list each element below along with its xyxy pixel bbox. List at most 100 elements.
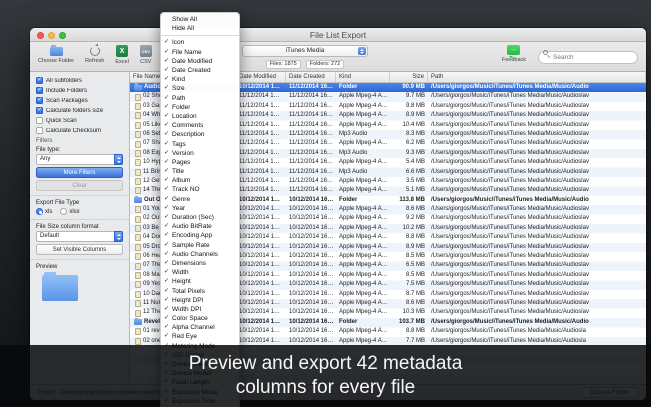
menu-item-location[interactable]: ✓Location xyxy=(161,112,239,121)
date-created-cell: 10/12/2014 16… xyxy=(286,196,336,205)
checkbox-all-subfolders[interactable]: ✓All subfolders xyxy=(36,77,123,84)
menu-item-date-created[interactable]: ✓Date Created xyxy=(161,66,239,75)
file-icon xyxy=(135,103,141,110)
kind-cell: Mp3 Audio xyxy=(336,130,390,139)
menu-item-pages[interactable]: ✓Pages xyxy=(161,158,239,167)
more-filters-button[interactable]: More Filters xyxy=(36,167,123,178)
kind-cell: Apple Mpeg-4 A… xyxy=(336,158,390,167)
column-header-kind[interactable]: Kind xyxy=(336,72,390,82)
date-created-cell: 11/12/2014 16… xyxy=(286,111,336,120)
date-modified-cell: 11/12/2014 1… xyxy=(236,121,286,130)
checkbox-calculate-folders-size[interactable]: ✓Calculate folders size xyxy=(36,107,123,114)
kind-cell: Apple Mpeg-4 A… xyxy=(336,111,390,120)
date-modified-cell: 10/12/2014 1… xyxy=(236,243,286,252)
scope-selector[interactable]: iTunes Media xyxy=(242,45,368,57)
menu-item-alpha-channel[interactable]: ✓Alpha Channel xyxy=(161,323,239,332)
menu-item-genre[interactable]: ✓Genre xyxy=(161,195,239,204)
folder-icon xyxy=(134,85,142,91)
menu-item-dimensions[interactable]: ✓Dimensions xyxy=(161,259,239,268)
toolbar-button-label: Choose Folder xyxy=(38,58,74,64)
toolbar-button-excel[interactable]: XExcel xyxy=(115,45,128,65)
toolbar: Choose Folder Refresh XExcel CSVCSV iTunes … xyxy=(30,42,646,72)
toolbar-button-refresh[interactable]: Refresh xyxy=(85,45,104,65)
menu-item-width-dpi[interactable]: ✓Width DPI xyxy=(161,305,239,314)
radio-xls[interactable]: xls xyxy=(36,208,52,215)
menu-item-path[interactable]: ✓Path xyxy=(161,94,239,103)
search-icon xyxy=(543,50,548,55)
kind-cell: Folder xyxy=(336,83,390,92)
menu-item-audio-bitrate[interactable]: ✓Audio BitRate xyxy=(161,222,239,231)
menu-item-duration-sec[interactable]: ✓Duration (Sec) xyxy=(161,213,239,222)
toolbar-button-choose-folder[interactable]: Choose Folder xyxy=(38,45,74,65)
menu-item-red-eye[interactable]: ✓Red Eye xyxy=(161,332,239,341)
menu-item-label: Height xyxy=(172,278,191,285)
menu-item-height-dpi[interactable]: ✓Height DPI xyxy=(161,296,239,305)
menu-item-comments[interactable]: ✓Comments xyxy=(161,121,239,130)
date-created-cell: 11/12/2014 16… xyxy=(286,177,336,186)
export-file-type-label: Export File Type xyxy=(36,200,123,206)
file-type-select[interactable]: Any xyxy=(36,154,123,165)
menu-item-color-space[interactable]: ✓Color Space xyxy=(161,314,239,323)
column-header-path[interactable]: Path xyxy=(428,72,646,82)
menu-item-file-name[interactable]: ✓File Name xyxy=(161,48,239,57)
menu-item-encoding-app[interactable]: ✓Encoding App xyxy=(161,231,239,240)
set-visible-columns-button[interactable]: Set Visible Columns xyxy=(36,244,123,255)
menu-item-date-modified[interactable]: ✓Date Modified xyxy=(161,57,239,66)
menu-item-title[interactable]: ✓Title xyxy=(161,167,239,176)
menu-item-width[interactable]: ✓Width xyxy=(161,268,239,277)
menu-item-audio-channels[interactable]: ✓Audio Channels xyxy=(161,250,239,259)
menu-item-description[interactable]: ✓Description xyxy=(161,130,239,139)
menu-item-height[interactable]: ✓Height xyxy=(161,277,239,286)
feedback-label: Feedback xyxy=(502,57,526,63)
file-icon xyxy=(135,291,141,298)
menu-item-icon[interactable]: ✓Icon xyxy=(161,38,239,47)
size-format-select[interactable]: Default xyxy=(36,231,123,242)
menu-item-tags[interactable]: ✓Tags xyxy=(161,139,239,148)
checkbox-include-folders[interactable]: ✓Include Folders xyxy=(36,87,123,94)
clear-button[interactable]: Clear xyxy=(36,180,123,191)
menu-item-show-all[interactable]: Show All xyxy=(161,15,239,24)
checkmark-icon: ✓ xyxy=(161,176,172,185)
checkbox-quick-scan[interactable]: Quick Scan xyxy=(36,117,123,124)
checkbox-box: ✓ xyxy=(36,77,43,84)
divider xyxy=(30,259,129,260)
menu-item-sample-rate[interactable]: ✓Sample Rate xyxy=(161,241,239,250)
menu-item-year[interactable]: ✓Year xyxy=(161,204,239,213)
feedback-button[interactable]: … Feedback xyxy=(502,45,526,63)
menu-item-hide-all[interactable]: Hide All xyxy=(161,24,239,33)
path-cell: /Users/giorgos/Music/iTunes/iTunes Media… xyxy=(428,205,646,214)
file-icon xyxy=(135,216,141,223)
menu-item-size[interactable]: ✓Size xyxy=(161,84,239,93)
checkbox-scan-packages[interactable]: ✓Scan Packages xyxy=(36,97,123,104)
folders-count-badge: Folders: 272 xyxy=(306,60,345,69)
menu-item-track-no[interactable]: ✓Track NO xyxy=(161,185,239,194)
toolbar-button-csv[interactable]: CSVCSV xyxy=(140,45,152,65)
scope-selector-label: iTunes Media xyxy=(286,47,325,54)
menu-item-album[interactable]: ✓Album xyxy=(161,176,239,185)
menu-item-version[interactable]: ✓Version xyxy=(161,149,239,158)
checkbox-box: ✓ xyxy=(36,97,43,104)
path-cell: /Users/giorgos/Music/iTunes/iTunes Media… xyxy=(428,158,646,167)
checkbox-calculate-checksum[interactable]: Calculate Checksum xyxy=(36,127,123,134)
menu-item-label: Kind xyxy=(172,76,185,83)
checkmark-icon: ✓ xyxy=(161,130,172,139)
checkmark-icon: ✓ xyxy=(161,268,172,277)
menu-item-total-pixels[interactable]: ✓Total Pixels xyxy=(161,286,239,295)
checkmark-icon: ✓ xyxy=(161,231,172,240)
column-header-date-created[interactable]: Date Created xyxy=(286,72,336,82)
column-header-date-modified[interactable]: Date Modified xyxy=(236,72,286,82)
file-icon xyxy=(135,338,141,345)
menu-item-kind[interactable]: ✓Kind xyxy=(161,75,239,84)
path-cell: /Users/giorgos/Music/iTunes/iTunes Media… xyxy=(428,186,646,195)
checkmark-icon: ✓ xyxy=(161,222,172,231)
search-input[interactable] xyxy=(538,51,638,64)
size-cell: 8.6 MB xyxy=(390,205,428,214)
file-icon xyxy=(135,300,141,307)
checkmark-icon: ✓ xyxy=(161,314,172,323)
menu-item-folder[interactable]: ✓Folder xyxy=(161,103,239,112)
radio-xlsx[interactable]: xlsx xyxy=(60,208,79,215)
column-header-size[interactable]: Size xyxy=(390,72,428,82)
path-cell: /Users/giorgos/Music/iTunes/iTunes Media… xyxy=(428,139,646,148)
toolbar-center: iTunes Media Files: 1875 Folders: 272 xyxy=(242,45,368,69)
kind-cell: Folder xyxy=(336,196,390,205)
